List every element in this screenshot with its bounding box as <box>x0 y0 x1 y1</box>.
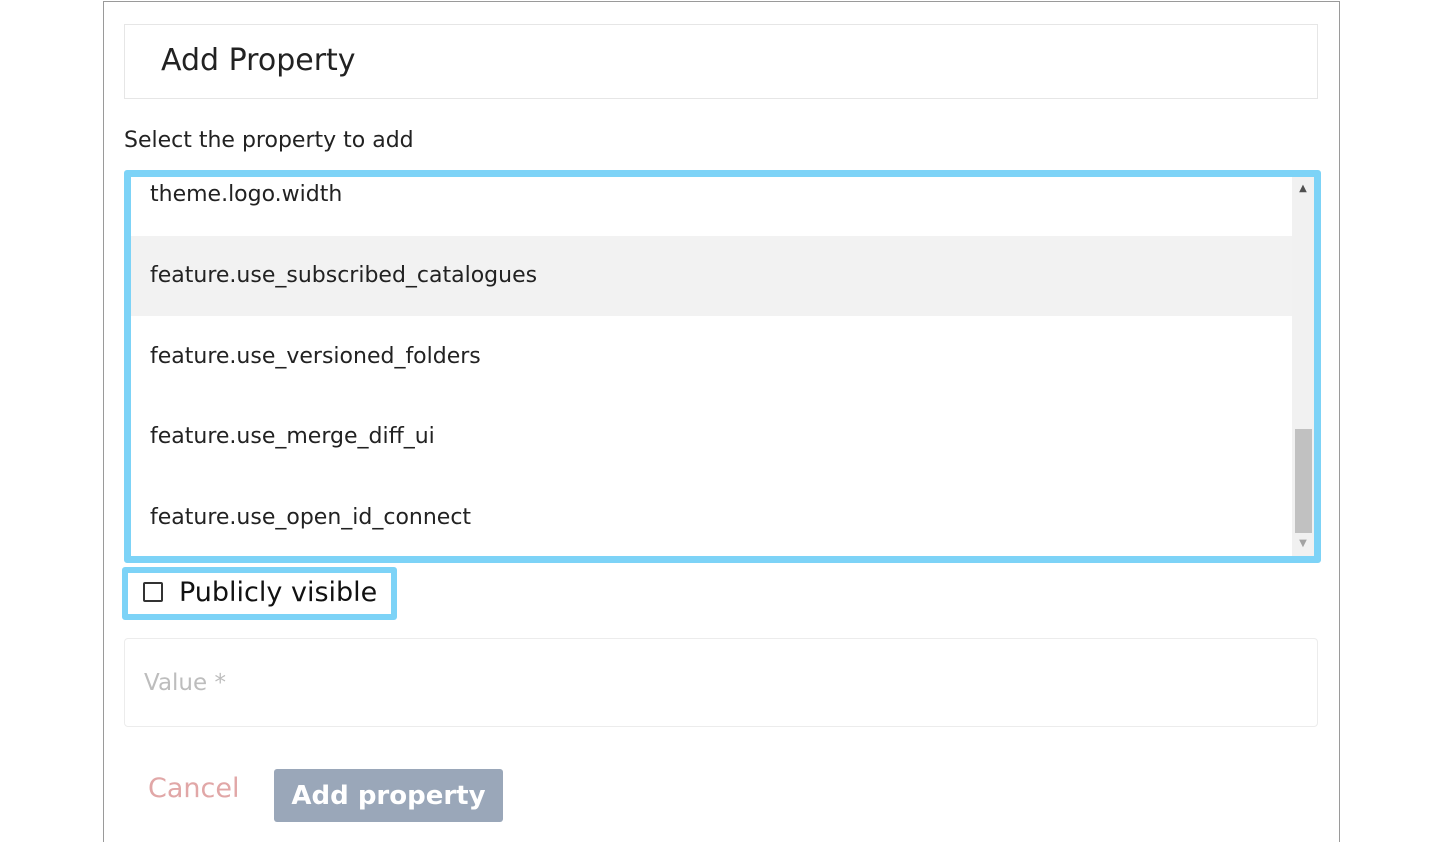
listbox-scrollbar[interactable]: ▲ ▼ <box>1292 177 1314 556</box>
add-property-button[interactable]: Add property <box>274 769 503 822</box>
property-listbox[interactable]: theme.logo.width feature.use_subscribed_… <box>124 170 1321 563</box>
dialog-title: Add Property <box>161 43 356 78</box>
property-option[interactable]: theme.logo.width <box>131 177 1292 235</box>
property-options-list: theme.logo.width feature.use_subscribed_… <box>131 177 1292 556</box>
cancel-button[interactable]: Cancel <box>148 773 239 804</box>
add-property-dialog: Add Property Select the property to add … <box>103 1 1340 842</box>
publicly-visible-label[interactable]: Publicly visible <box>179 577 377 608</box>
scrollbar-thumb[interactable] <box>1295 429 1312 533</box>
publicly-visible-checkbox[interactable] <box>143 582 163 602</box>
publicly-visible-group: Publicly visible <box>122 567 397 620</box>
scroll-up-arrow-icon[interactable]: ▲ <box>1292 180 1314 198</box>
scroll-down-arrow-icon[interactable]: ▼ <box>1292 535 1314 553</box>
value-input[interactable] <box>125 639 1317 726</box>
select-property-label: Select the property to add <box>124 128 414 153</box>
property-option-highlighted[interactable]: feature.use_subscribed_catalogues <box>131 236 1292 316</box>
property-option[interactable]: feature.use_open_id_connect <box>131 478 1292 556</box>
property-option[interactable]: feature.use_versioned_folders <box>131 317 1292 397</box>
property-option[interactable]: feature.use_merge_diff_ui <box>131 397 1292 477</box>
value-field <box>124 638 1318 727</box>
dialog-header: Add Property <box>124 24 1318 99</box>
